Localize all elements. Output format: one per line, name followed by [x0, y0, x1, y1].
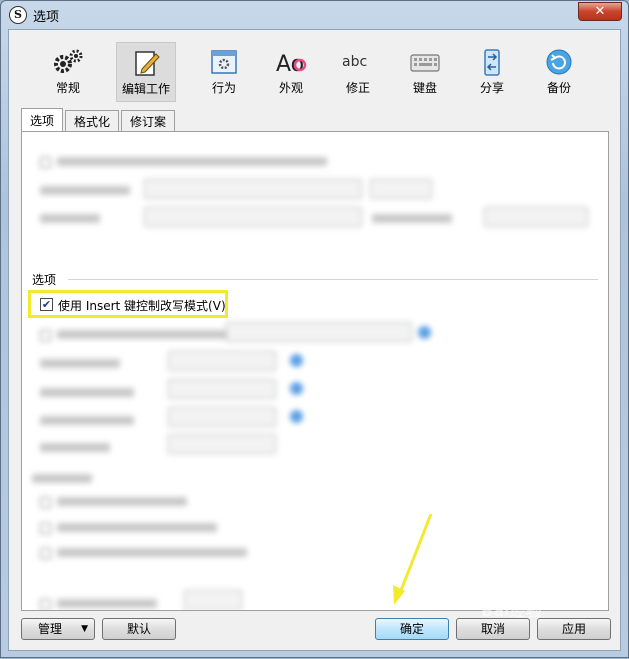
- watermark: Bai经验: [481, 601, 542, 620]
- annotation-arrow: [393, 513, 433, 605]
- options-window: S 选项 ✕ 常规 编辑工作 行为 Ao 外观 abc 修正 键盘 分享 备份 …: [0, 0, 629, 658]
